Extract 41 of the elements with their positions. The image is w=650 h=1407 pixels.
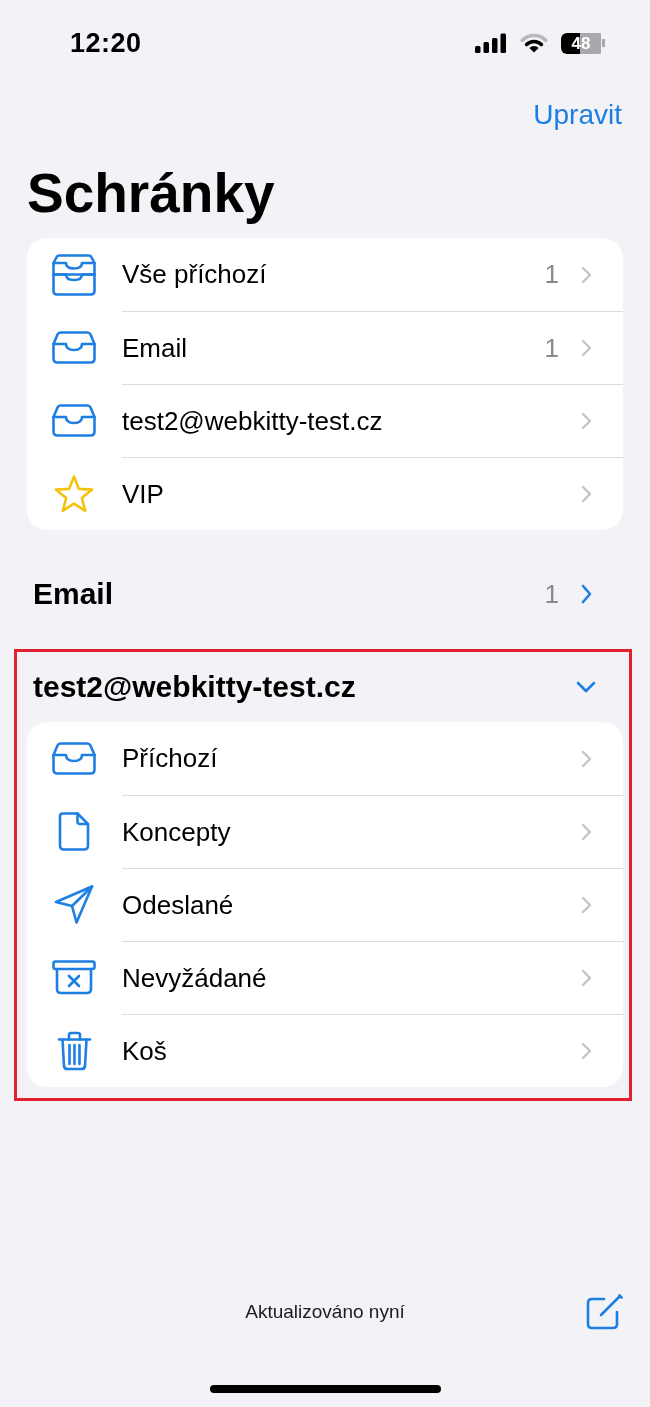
paper-plane-icon [54,885,94,924]
star-icon [53,473,95,514]
chevron-right-icon[interactable] [581,485,592,503]
chevron-down-icon[interactable] [576,681,596,693]
account-name[interactable]: Email [33,577,114,611]
account-name[interactable]: test2@webkitty-test.cz [33,670,356,704]
chevron-right-icon[interactable] [581,823,592,841]
mailbox-label[interactable]: test2@webkitty-test.cz [122,405,383,437]
inbox-tray-icon [52,742,96,775]
edit-button[interactable]: Upravit [533,99,622,131]
update-status: Aktualizováno nyní [245,1301,405,1323]
page-title: Schránky [27,161,275,226]
mailbox-label[interactable]: VIP [122,478,164,510]
chevron-right-icon[interactable] [581,896,592,914]
unread-count: 1 [544,332,559,364]
chevron-right-icon[interactable] [581,969,592,987]
inbox-tray-icon [52,331,96,364]
chevron-right-icon[interactable] [581,584,592,604]
folder-label[interactable]: Koš [122,1035,167,1067]
chevron-right-icon[interactable] [581,749,592,768]
unread-count: 1 [544,578,559,610]
inbox-tray-icon [52,404,96,437]
folder-label[interactable]: Nevyžádané [122,962,267,994]
chevron-right-icon[interactable] [581,339,592,357]
wifi-icon [520,33,548,53]
chevron-right-icon[interactable] [581,1042,592,1060]
stacked-tray-icon [52,253,96,296]
chevron-right-icon[interactable] [581,412,592,430]
mailbox-label[interactable]: Email [122,332,187,364]
bin-with-x-icon [52,960,96,995]
signal-icon [475,33,507,53]
folder-label[interactable]: Koncepty [122,816,231,848]
compose-icon[interactable] [586,1294,623,1330]
unread-count: 1 [544,259,559,290]
document-icon [58,812,90,851]
trash-icon [56,1030,92,1071]
mailbox-label[interactable]: Vše příchozí [122,259,267,290]
folder-label[interactable]: Odeslané [122,889,234,921]
status-time: 12:20 [70,27,142,59]
chevron-right-icon[interactable] [581,265,592,284]
folder-label[interactable]: Příchozí [122,743,218,774]
